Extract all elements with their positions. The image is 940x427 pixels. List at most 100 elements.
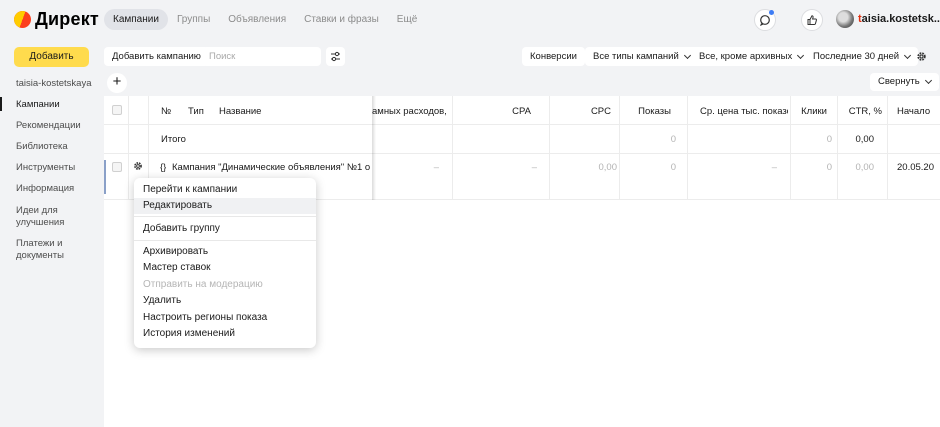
column-divider — [687, 96, 688, 200]
row-settings-button[interactable] — [132, 160, 144, 175]
table-header-row: № Тип Название амных расходов, % CPA CPC… — [104, 96, 940, 125]
total-impressions: 0 — [670, 134, 676, 145]
total-clicks: 0 — [826, 134, 832, 145]
add-button[interactable]: Добавить — [14, 47, 89, 67]
yandex-logo-icon — [14, 11, 31, 28]
column-divider — [128, 96, 129, 200]
sidebar-active-marker — [0, 97, 2, 111]
main-nav: Кампании Группы Объявления Ставки и фраз… — [104, 9, 426, 30]
sidebar-item-library[interactable]: Библиотека — [16, 141, 100, 153]
plus-icon: + — [112, 73, 122, 90]
row-impressions: 0 — [670, 162, 676, 173]
chevron-down-icon — [797, 51, 805, 59]
header-impressions[interactable]: Показы — [614, 106, 671, 117]
column-divider — [452, 96, 453, 200]
tab-campaigns[interactable]: Кампании — [104, 9, 168, 30]
chevron-down-icon — [924, 76, 932, 85]
sidebar-item-info[interactable]: Информация — [16, 183, 100, 195]
header-num[interactable]: № — [161, 106, 171, 117]
notification-dot — [769, 10, 774, 15]
messages-button[interactable] — [754, 9, 776, 31]
top-bar: Директ Кампании Группы Объявления Ставки… — [0, 0, 940, 40]
sidebar-item-tools[interactable]: Инструменты — [16, 162, 100, 174]
sidebar-item-campaigns[interactable]: Кампании — [16, 99, 100, 111]
menu-item-regions[interactable]: Настроить регионы показа — [134, 310, 316, 326]
total-row: Итого 0 0 0,00 — [104, 125, 940, 154]
menu-item-archive[interactable]: Архивировать — [134, 244, 316, 260]
thumbs-up-icon — [807, 15, 817, 25]
campaign-types-select[interactable]: Все типы кампаний — [585, 47, 698, 66]
sidebar-item-payments[interactable]: Платежи и документы — [16, 238, 86, 262]
campaign-types-label: Все типы кампаний — [593, 51, 679, 62]
chevron-down-icon — [904, 51, 912, 59]
conversions-label: Конверсии — [530, 51, 577, 62]
header-start[interactable]: Начало — [897, 106, 940, 117]
archive-filter-label: Все, кроме архивных — [699, 51, 793, 62]
filter-settings-button[interactable] — [326, 47, 345, 66]
campaign-name-link[interactable]: Кампания "Динамические объявления" №1 от… — [172, 162, 370, 173]
header-cpc[interactable]: CPC — [554, 106, 611, 117]
chevron-down-icon — [683, 51, 691, 59]
row-selection-marker — [104, 160, 106, 194]
total-ctr: 0,00 — [855, 134, 875, 145]
tab-ads[interactable]: Объявления — [219, 9, 295, 30]
row-checkbox[interactable] — [112, 162, 122, 172]
logo[interactable]: Директ — [14, 9, 99, 30]
user-menu[interactable]: taisia.kostetsk... — [836, 10, 940, 28]
column-divider — [887, 96, 888, 200]
add-row-button[interactable]: + — [107, 73, 127, 93]
sliders-icon — [331, 51, 340, 62]
sidebar-item-ideas[interactable]: Идеи для улучшения — [16, 205, 86, 229]
avatar — [836, 10, 854, 28]
row-spend-pct: – — [433, 162, 439, 173]
gear-icon — [134, 162, 142, 170]
header-cpa[interactable]: CPA — [454, 106, 531, 117]
menu-item-send-moderation: Отправить на модерацию — [143, 279, 263, 290]
collapse-button[interactable]: Свернуть — [870, 73, 939, 91]
tab-bids[interactable]: Ставки и фразы — [295, 9, 388, 30]
logo-text: Директ — [35, 9, 99, 29]
search-input[interactable] — [203, 47, 321, 66]
menu-item-delete[interactable]: Удалить — [134, 293, 316, 309]
header-type[interactable]: Тип — [188, 106, 204, 117]
period-label: Последние 30 дней — [813, 51, 900, 62]
row-clicks: 0 — [826, 162, 832, 173]
conversions-button[interactable]: Конверсии — [522, 47, 585, 66]
column-divider — [790, 96, 791, 200]
menu-item-edit[interactable]: Редактировать — [134, 198, 316, 214]
period-select[interactable]: Последние 30 дней — [805, 47, 919, 66]
header-ctr[interactable]: CTR, % — [834, 106, 882, 117]
archive-filter-select[interactable]: Все, кроме архивных — [691, 47, 812, 66]
select-all-checkbox[interactable] — [112, 105, 122, 115]
sidebar: Добавить taisia-kostetskaya Кампании Рек… — [0, 40, 104, 427]
menu-item-add-group[interactable]: Добавить группу — [134, 221, 316, 237]
column-divider — [549, 96, 550, 200]
header-spend-pct[interactable]: амных расходов, % — [372, 106, 449, 117]
menu-separator — [134, 240, 316, 241]
sidebar-account[interactable]: taisia-kostetskaya — [16, 78, 100, 90]
menu-separator — [134, 216, 316, 217]
column-divider — [619, 96, 620, 200]
row-ctr: 0,00 — [855, 162, 875, 173]
table-settings-button[interactable] — [912, 47, 931, 66]
sidebar-item-recommendations[interactable]: Рекомендации — [16, 120, 100, 132]
collapse-label: Свернуть — [878, 76, 920, 87]
username: taisia.kostetsk... — [858, 13, 940, 25]
row-start-date: 20.05.20 — [897, 162, 934, 173]
feedback-button[interactable] — [801, 9, 823, 31]
menu-item-history[interactable]: История изменений — [134, 326, 316, 342]
header-cpm[interactable]: Ср. цена тыс. показов, — [700, 106, 788, 117]
menu-item-go-to-campaign[interactable]: Перейти к кампании — [134, 182, 316, 198]
gear-icon — [917, 52, 926, 61]
header-name[interactable]: Название — [219, 106, 261, 117]
total-label: Итого — [161, 134, 186, 145]
menu-item-bid-master[interactable]: Мастер ставок — [134, 260, 316, 276]
username-rest: aisia.kostetsk... — [861, 13, 940, 25]
row-cpa: – — [531, 162, 537, 173]
frozen-columns-shadow — [372, 96, 376, 200]
tab-more[interactable]: Ещё — [388, 9, 426, 30]
add-campaign-button[interactable]: Добавить кампанию — [104, 47, 209, 66]
column-divider — [837, 96, 838, 200]
dynamic-ads-type-icon: {} — [160, 162, 167, 173]
tab-groups[interactable]: Группы — [168, 9, 219, 30]
